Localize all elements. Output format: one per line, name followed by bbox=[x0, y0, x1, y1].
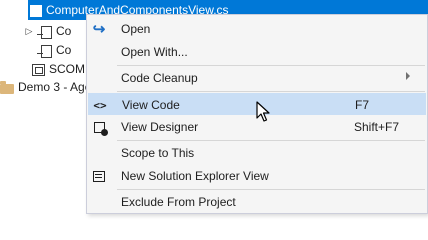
mouse-cursor-icon bbox=[256, 101, 270, 122]
tree-item-label: Demo 3 - Age bbox=[18, 80, 92, 94]
file-icon bbox=[37, 25, 52, 39]
menu-item-label: Code Cleanup bbox=[121, 71, 198, 85]
menu-separator bbox=[117, 65, 425, 66]
menu-item-code-cleanup[interactable]: Code Cleanup bbox=[88, 67, 426, 89]
submenu-arrow-icon bbox=[406, 72, 410, 80]
folder-icon bbox=[0, 81, 14, 94]
menu-item-label: New Solution Explorer View bbox=[121, 169, 269, 183]
menu-item-new-solution-explorer-view[interactable]: New Solution Explorer View bbox=[88, 165, 426, 187]
file-icon bbox=[37, 44, 52, 58]
menu-item-exclude-from-project[interactable]: Exclude From Project bbox=[88, 191, 426, 213]
menu-item-label: Exclude From Project bbox=[121, 195, 236, 209]
tree-item-label: Co bbox=[56, 24, 72, 38]
menu-item-scope-to-this[interactable]: Scope to This bbox=[88, 142, 426, 164]
menu-item-label: View Code bbox=[122, 98, 180, 112]
menu-separator bbox=[117, 140, 425, 141]
tree-item-child-1[interactable]: ▷ Co bbox=[24, 21, 71, 41]
menu-separator bbox=[117, 91, 425, 92]
new-view-icon bbox=[91, 168, 107, 184]
menu-item-label: View Designer bbox=[121, 120, 199, 134]
menu-item-label: Scope to This bbox=[121, 146, 195, 160]
menu-item-shortcut: Shift+F7 bbox=[354, 120, 400, 134]
menu-item-label: Open bbox=[121, 22, 151, 36]
menu-item-open[interactable]: ↪ Open bbox=[88, 18, 426, 40]
designer-icon bbox=[91, 119, 108, 136]
menu-item-open-with[interactable]: Open With... bbox=[88, 41, 426, 63]
expand-arrow-icon[interactable]: ▷ bbox=[24, 23, 34, 39]
tree-item-child-2[interactable]: Co bbox=[37, 40, 72, 60]
menu-item-label: Open With... bbox=[121, 45, 188, 59]
csharp-file-icon bbox=[30, 5, 42, 17]
tree-item-folder[interactable]: Demo 3 - Age bbox=[0, 77, 91, 97]
tree-item-label: Co bbox=[56, 43, 72, 57]
scom-icon bbox=[32, 64, 45, 76]
code-brackets-icon: <> bbox=[93, 98, 107, 112]
menu-separator bbox=[117, 189, 425, 190]
open-arrow-icon: ↪ bbox=[92, 21, 106, 38]
menu-item-shortcut: F7 bbox=[355, 98, 370, 112]
